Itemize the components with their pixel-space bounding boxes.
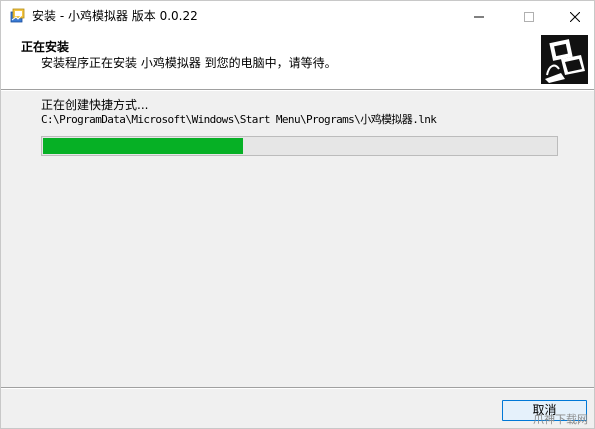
minimize-button[interactable]	[456, 1, 502, 32]
close-icon	[570, 11, 580, 22]
header-divider	[1, 89, 594, 91]
current-file-path: C:\ProgramData\Microsoft\Windows\Start M…	[41, 113, 437, 126]
setup-computer-logo-icon	[541, 35, 588, 84]
window-title: 安装 - 小鸡模拟器 版本 0.0.22	[32, 9, 198, 23]
minimize-icon	[474, 16, 484, 17]
maximize-icon	[524, 11, 534, 22]
close-button[interactable]	[552, 1, 595, 32]
wizard-header: 正在安装 安装程序正在安装 小鸡模拟器 到您的电脑中，请等待。	[1, 32, 594, 89]
watermark: 爪神下载网	[533, 413, 588, 426]
title-bar[interactable]: 安装 - 小鸡模拟器 版本 0.0.22	[1, 1, 594, 32]
progress-bar-fill	[43, 138, 243, 154]
installer-app-icon	[10, 8, 25, 23]
footer-divider	[1, 387, 594, 389]
status-text: 正在创建快捷方式...	[41, 98, 149, 112]
maximize-button[interactable]	[506, 1, 552, 32]
page-title: 正在安装	[21, 40, 70, 54]
progress-bar	[41, 136, 558, 156]
installer-window: 安装 - 小鸡模拟器 版本 0.0.22 正在安装 安装程序正在安装 小鸡模拟器…	[0, 0, 595, 429]
page-subtitle: 安装程序正在安装 小鸡模拟器 到您的电脑中，请等待。	[41, 56, 337, 70]
